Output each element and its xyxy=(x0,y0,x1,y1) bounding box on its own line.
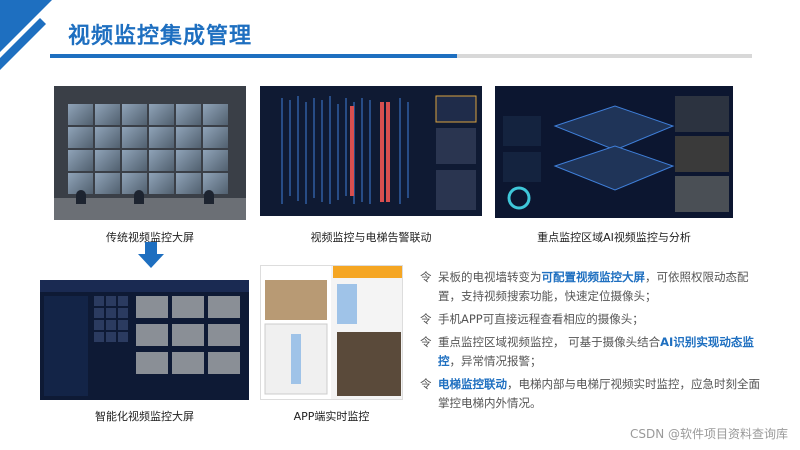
bullet-highlight: 电梯监控联动 xyxy=(438,377,507,391)
ai-caption: 重点监控区域AI视频监控与分析 xyxy=(537,231,691,244)
bullet-text: 呆板的电视墙转变为 xyxy=(438,270,542,284)
elevator-chart-graphic xyxy=(281,95,477,210)
bullet-mark: 令 xyxy=(420,270,432,284)
list-item: 令 手机APP可直接远程查看相应的摄像头； xyxy=(420,310,760,329)
traditional-monitor-wall-image xyxy=(54,86,246,220)
list-item: 令 电梯监控联动，电梯内部与电梯厅视频实时监控，应急时刻全面掌控电梯内外情况。 xyxy=(420,375,760,413)
bullet-highlight: 可配置视频监控大屏 xyxy=(541,270,646,284)
list-item: 令 呆板的电视墙转变为可配置视频监控大屏，可依照权限动态配置，支持视频搜索功能，… xyxy=(420,268,760,306)
bullet-mark: 令 xyxy=(420,312,432,326)
bullet-text: 手机APP可直接远程查看相应的摄像头； xyxy=(438,312,644,326)
smart-caption: 智能化视频监控大屏 xyxy=(95,410,194,423)
ai-monitoring-image xyxy=(495,86,733,218)
app-screens-graphic xyxy=(261,266,402,399)
elevator-caption: 视频监控与电梯告警联动 xyxy=(310,231,432,244)
app-monitoring-image xyxy=(260,265,403,400)
monitor-wall-grid xyxy=(68,104,228,194)
corner-decoration xyxy=(0,0,52,70)
elevator-alarm-image xyxy=(260,86,482,216)
bullet-mark: 令 xyxy=(420,377,432,391)
bullet-text: ，异常情况报警； xyxy=(449,354,542,368)
ai-dashboard-graphic xyxy=(503,96,729,212)
down-arrow-icon xyxy=(138,242,164,268)
smart-screen-graphic xyxy=(40,280,249,396)
app-caption: APP端实时监控 xyxy=(293,410,370,423)
smart-monitoring-image xyxy=(40,280,249,400)
watermark: CSDN @软件项目资料查询库 xyxy=(629,427,788,441)
title-divider xyxy=(50,54,752,58)
list-item: 令 重点监控区域视频监控， 可基于摄像头结合AI识别实现动态监控，异常情况报警； xyxy=(420,333,760,371)
feature-list: 令 呆板的电视墙转变为可配置视频监控大屏，可依照权限动态配置，支持视频搜索功能，… xyxy=(420,268,760,417)
page-title: 视频监控集成管理 xyxy=(68,24,253,49)
bullet-mark: 令 xyxy=(420,335,432,349)
bullet-text: 重点监控区域视频监控， 可基于摄像头结合 xyxy=(438,335,661,349)
